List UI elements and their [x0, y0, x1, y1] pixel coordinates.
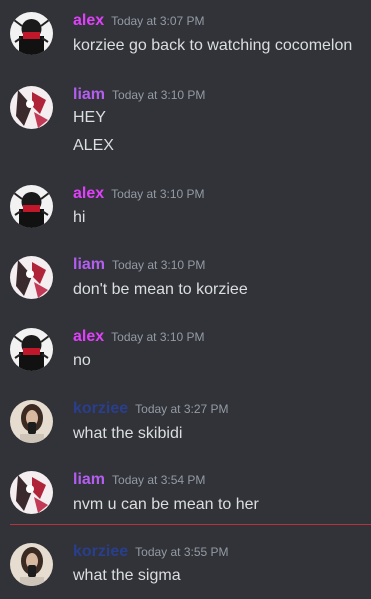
timestamp: Today at 3:27 PM	[135, 402, 229, 416]
korziee-avatar[interactable]	[10, 543, 53, 586]
liam-avatar[interactable]	[10, 86, 53, 129]
author-name[interactable]: korziee	[73, 543, 128, 560]
message-text: HEY	[73, 109, 106, 126]
author-name[interactable]: alex	[73, 185, 104, 202]
author-name[interactable]: liam	[73, 471, 105, 488]
author-name[interactable]: korziee	[73, 400, 128, 417]
alex-avatar[interactable]	[10, 185, 53, 228]
message-text: what the skibidi	[73, 425, 183, 442]
author-name[interactable]: liam	[73, 86, 105, 103]
korziee-avatar[interactable]	[10, 400, 53, 443]
author-name[interactable]: liam	[73, 256, 105, 273]
message-text: nvm u can be mean to her	[73, 496, 259, 513]
liam-avatar[interactable]	[10, 256, 53, 299]
author-name[interactable]: alex	[73, 328, 104, 345]
liam-avatar[interactable]	[10, 471, 53, 514]
message-text: don't be mean to korziee	[73, 281, 248, 298]
message-text: ALEX	[73, 137, 114, 154]
alex-avatar[interactable]	[10, 328, 53, 371]
alex-avatar[interactable]	[10, 12, 53, 55]
timestamp: Today at 3:10 PM	[112, 258, 206, 272]
message-text: korziee go back to watching cocomelon	[73, 37, 353, 54]
new-messages-divider	[10, 524, 371, 525]
author-name[interactable]: alex	[73, 12, 104, 29]
timestamp: Today at 3:55 PM	[135, 545, 229, 559]
timestamp: Today at 3:10 PM	[112, 88, 206, 102]
timestamp: Today at 3:07 PM	[111, 14, 205, 28]
message-text: no	[73, 352, 91, 369]
timestamp: Today at 3:54 PM	[112, 473, 206, 487]
timestamp: Today at 3:10 PM	[111, 330, 205, 344]
message-text: what the sigma	[73, 567, 181, 584]
message-text: hi	[73, 209, 86, 226]
timestamp: Today at 3:10 PM	[111, 187, 205, 201]
